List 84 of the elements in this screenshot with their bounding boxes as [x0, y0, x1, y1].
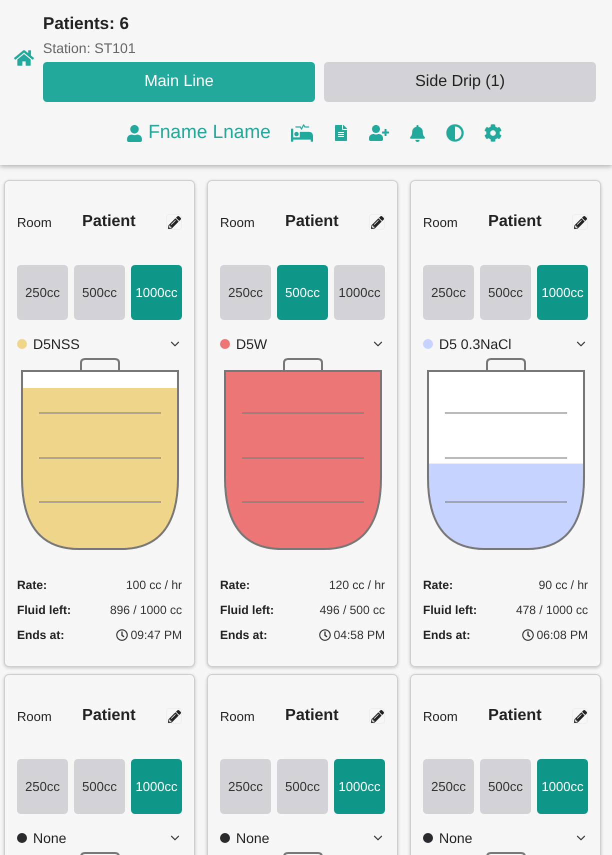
stat-value: 06:08 PM	[536, 628, 588, 642]
stat-value: 100 cc / hr	[126, 578, 182, 592]
room-label: Room	[17, 214, 52, 230]
stat-label: Fluid left:	[17, 602, 71, 616]
volume-button[interactable]: 1000cc	[334, 759, 385, 814]
volume-button[interactable]: 1000cc	[131, 759, 182, 814]
home-icon[interactable]	[14, 48, 34, 68]
bed-icon[interactable]	[290, 122, 313, 144]
volume-button[interactable]: 250cc	[423, 265, 474, 320]
user-name: Fname Lname	[148, 122, 271, 144]
stat-label: Fluid left:	[423, 602, 477, 616]
volume-button[interactable]: 250cc	[220, 759, 271, 814]
stat-value: 04:58 PM	[334, 628, 385, 642]
fluid-select[interactable]: D5 0.3NaCl	[423, 334, 588, 354]
edit-button[interactable]	[572, 214, 588, 230]
clock-icon	[522, 628, 534, 640]
patient-name: Patient	[487, 707, 543, 725]
volume-button[interactable]: 250cc	[220, 265, 271, 320]
edit-button[interactable]	[369, 214, 385, 230]
volume-button[interactable]: 500cc	[480, 265, 531, 320]
settings-icon[interactable]	[484, 124, 502, 142]
stat-label: Ends at:	[423, 628, 470, 642]
stat-value: 09:47 PM	[130, 628, 182, 642]
patient-name: Patient	[284, 213, 340, 231]
edit-button[interactable]	[572, 708, 588, 724]
line-tab[interactable]: Side Drip (1)	[324, 62, 596, 102]
stat-value: 496 / 500 cc	[320, 602, 385, 616]
volume-button[interactable]: 1000cc	[131, 265, 182, 320]
fluid-select[interactable]: D5NSS	[17, 334, 182, 354]
patient-name: Patient	[284, 707, 340, 725]
patient-name: Patient	[81, 707, 137, 725]
room-label: Room	[220, 214, 255, 230]
patient-name: Patient	[81, 213, 137, 231]
user-icon	[126, 124, 144, 142]
document-icon[interactable]	[332, 125, 349, 141]
pencil-icon	[574, 710, 586, 722]
bell-icon[interactable]	[408, 124, 426, 142]
room-label: Room	[17, 708, 52, 724]
stat-label: Rate:	[17, 578, 48, 592]
volume-button[interactable]: 1000cc	[334, 265, 385, 320]
pencil-icon	[168, 216, 180, 228]
volume-button[interactable]: 1000cc	[537, 759, 588, 814]
stat-label: Rate:	[220, 578, 250, 592]
volume-button[interactable]: 500cc	[74, 759, 125, 814]
bag-handle-icon	[486, 358, 526, 371]
patient-name: Patient	[487, 213, 543, 231]
volume-button[interactable]: 500cc	[277, 759, 328, 814]
stat-value: 90 cc / hr	[538, 578, 588, 592]
stat-value: 478 / 1000 cc	[516, 602, 588, 616]
clock-icon	[318, 628, 331, 640]
fluid-select[interactable]: D5W	[220, 334, 385, 354]
fluid-select[interactable]: None	[423, 828, 588, 848]
edit-button[interactable]	[166, 708, 182, 724]
volume-button[interactable]: 500cc	[480, 759, 531, 814]
patients-count: Patients: 6	[43, 14, 130, 34]
station-label: Station: ST101	[43, 40, 137, 58]
volume-button[interactable]: 500cc	[277, 265, 328, 320]
fluid-select[interactable]: None	[220, 828, 385, 848]
volume-button[interactable]: 250cc	[17, 265, 68, 320]
bag-handle-icon	[282, 358, 322, 371]
pencil-icon	[370, 216, 384, 228]
fluid-select[interactable]: None	[17, 828, 182, 848]
stat-label: Rate:	[423, 578, 454, 592]
volume-button[interactable]: 500cc	[74, 265, 125, 320]
volume-button[interactable]: 250cc	[17, 759, 68, 814]
clock-icon	[116, 628, 128, 640]
volume-button[interactable]: 1000cc	[537, 265, 588, 320]
bag-handle-icon	[80, 358, 120, 371]
add-user-icon[interactable]	[368, 123, 389, 143]
stat-label: Fluid left:	[220, 602, 274, 616]
room-label: Room	[220, 708, 255, 724]
room-label: Room	[423, 214, 458, 230]
stat-value: 120 cc / hr	[328, 578, 385, 592]
stat-value: 896 / 1000 cc	[110, 602, 182, 616]
pencil-icon	[168, 710, 180, 722]
contrast-icon[interactable]	[446, 124, 464, 142]
stat-label: Ends at:	[17, 628, 64, 642]
edit-button[interactable]	[166, 214, 182, 230]
volume-button[interactable]: 250cc	[423, 759, 474, 814]
stat-label: Ends at:	[220, 628, 268, 642]
edit-button[interactable]	[369, 708, 385, 724]
pencil-icon	[574, 216, 586, 228]
pencil-icon	[370, 710, 384, 722]
room-label: Room	[423, 708, 458, 724]
